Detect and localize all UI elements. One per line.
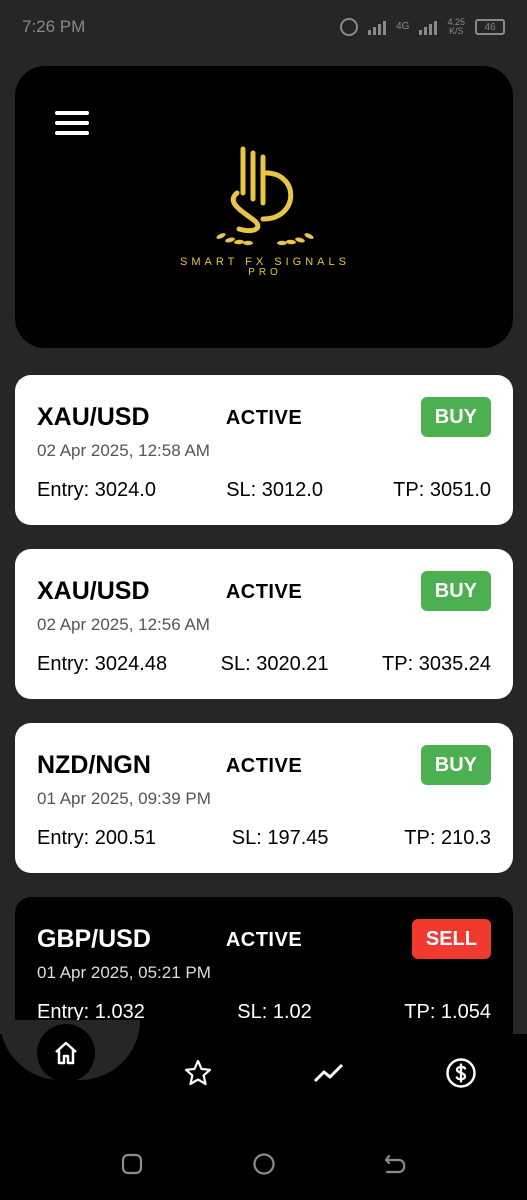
buy-badge: BUY <box>420 571 491 611</box>
bottom-navigation <box>0 1020 527 1200</box>
star-icon <box>184 1059 212 1086</box>
payments-nav-button[interactable] <box>444 1056 478 1090</box>
signal-values: Entry: 200.51 SL: 197.45 TP: 210.3 <box>37 827 491 850</box>
stop-loss: SL: 197.45 <box>231 827 329 849</box>
signal-card[interactable]: XAU/USD ACTIVE BUY 02 Apr 2025, 12:56 AM… <box>15 549 513 699</box>
speed-unit: K/S <box>448 26 464 36</box>
take-profit: TP: 1.054 <box>404 1001 491 1023</box>
signal-date: 02 Apr 2025, 12:56 AM <box>37 615 210 634</box>
recent-apps-icon[interactable] <box>120 1152 144 1176</box>
network-speed: 4.25 K/S <box>447 18 465 36</box>
take-profit: TP: 3051.0 <box>393 479 491 501</box>
signal-strength-icon-2 <box>419 19 438 35</box>
signal-strength-icon <box>368 19 387 35</box>
signal-values: Entry: 3024.0 SL: 3012.0 TP: 3051.0 <box>37 479 491 502</box>
network-indicator: 4G <box>396 22 409 32</box>
signal-date: 01 Apr 2025, 09:39 PM <box>37 789 211 808</box>
sell-badge: SELL <box>411 919 491 959</box>
status-time: 7:26 PM <box>22 17 86 36</box>
system-navigation-bar <box>0 1144 527 1184</box>
favorites-nav-button[interactable] <box>181 1056 215 1090</box>
logo-emblem-icon <box>216 146 314 246</box>
header-banner: SMART FX SIGNALS PRO <box>15 66 513 348</box>
battery-icon: 46 <box>475 19 505 35</box>
battery-level: 46 <box>484 21 496 33</box>
buy-badge: BUY <box>420 397 491 437</box>
entry-price: Entry: 3024.48 <box>37 653 168 675</box>
alarm-icon <box>340 18 359 36</box>
status-icons: 4G 4.25 K/S 46 <box>340 18 505 36</box>
stop-loss: SL: 1.02 <box>237 1001 312 1023</box>
entry-price: Entry: 200.51 <box>37 827 156 849</box>
home-icon <box>55 1041 77 1065</box>
network-type: 4G <box>396 21 410 32</box>
signal-card[interactable]: XAU/USD ACTIVE BUY 02 Apr 2025, 12:58 AM… <box>15 375 513 525</box>
signal-card[interactable]: NZD/NGN ACTIVE BUY 01 Apr 2025, 09:39 PM… <box>15 723 513 873</box>
signal-date: 02 Apr 2025, 12:58 AM <box>37 441 210 460</box>
trends-nav-button[interactable] <box>312 1056 346 1090</box>
stop-loss: SL: 3012.0 <box>226 479 323 501</box>
hamburger-menu-icon[interactable] <box>55 111 89 137</box>
signal-date: 01 Apr 2025, 05:21 PM <box>37 963 211 982</box>
buy-badge: BUY <box>420 745 491 785</box>
logo-subtext: PRO <box>248 267 282 278</box>
back-icon[interactable] <box>383 1152 407 1176</box>
status-bar: 7:26 PM 4G 4.25 K/S 46 <box>0 0 527 54</box>
trend-icon <box>313 1063 344 1083</box>
dollar-icon <box>446 1058 476 1088</box>
home-nav-button[interactable] <box>37 1024 95 1082</box>
entry-price: Entry: 3024.0 <box>37 479 156 501</box>
home-system-icon[interactable] <box>252 1152 276 1176</box>
signal-values: Entry: 3024.48 SL: 3020.21 TP: 3035.24 <box>37 653 491 676</box>
app-logo: SMART FX SIGNALS PRO <box>165 141 365 291</box>
take-profit: TP: 3035.24 <box>382 653 491 675</box>
take-profit: TP: 210.3 <box>404 827 491 849</box>
stop-loss: SL: 3020.21 <box>220 653 329 675</box>
